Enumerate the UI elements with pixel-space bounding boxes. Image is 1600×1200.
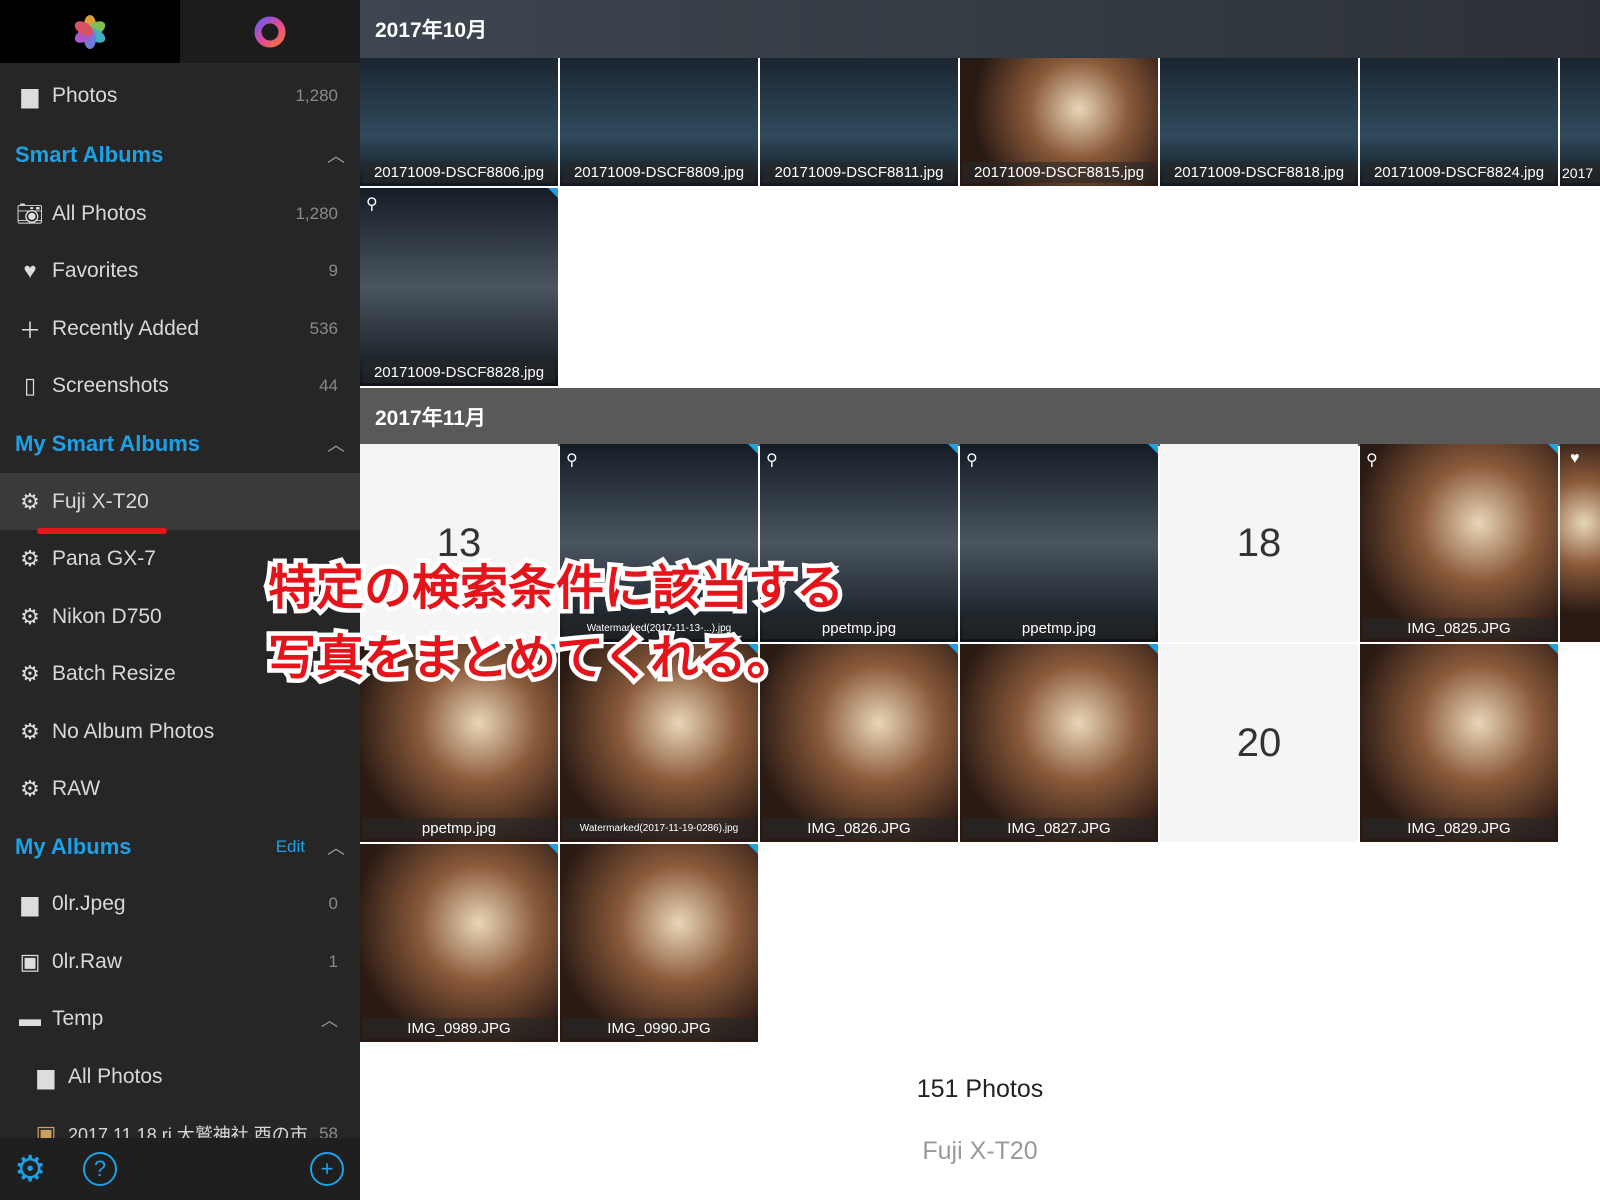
help-icon[interactable]: ? xyxy=(83,1152,117,1186)
section-my-smart-albums[interactable]: My Smart Albums ︿ xyxy=(15,415,345,472)
section-my-albums[interactable]: My Albums Edit ︿ xyxy=(15,818,345,875)
sidebar-item-all-photos[interactable]: 📷︎ All Photos 1,280 xyxy=(0,185,360,242)
sidebar-item-fuji-x-t20[interactable]: ⚙ Fuji X-T20 xyxy=(0,473,360,530)
photos-flower-icon xyxy=(74,14,106,49)
sidebar-item-no-album-photos[interactable]: ⚙ No Album Photos xyxy=(0,703,360,760)
gear-icon: ⚙ xyxy=(20,775,40,801)
edited-badge xyxy=(948,444,958,454)
photo-tile[interactable]: 20171009-DSCF8806.jpg xyxy=(360,58,558,186)
photo-tile[interactable]: 20171009-DSCF8811.jpg xyxy=(760,58,958,186)
sidebar-item-raw[interactable]: ⚙ RAW xyxy=(0,760,360,817)
photo-tile[interactable]: ⚲ 20171009-DSCF8828.jpg xyxy=(360,188,558,386)
annotation-text-line2: 写真をまとめてくれる。 xyxy=(264,626,800,691)
photos-app-tab[interactable] xyxy=(0,0,180,63)
sidebar-item-temp-all-photos[interactable]: ▆ All Photos xyxy=(0,1048,360,1105)
ring-logo-icon xyxy=(254,16,286,47)
sidebar-item-favorites[interactable]: ♥ Favorites 9 xyxy=(0,242,360,299)
photo-tile[interactable]: 20171009-DSCF8809.jpg xyxy=(560,58,758,186)
edited-badge xyxy=(548,844,558,854)
section-header-nov: 2017年11月 xyxy=(360,388,1600,446)
phone-icon: ▯ xyxy=(23,372,37,398)
gear-icon: ⚙ xyxy=(20,603,40,629)
date-tile: 18 xyxy=(1160,444,1358,642)
photo-tile[interactable]: ⚲ ppetmp.jpg xyxy=(960,444,1158,642)
chevron-up-icon[interactable]: ︿ xyxy=(327,142,345,168)
add-icon[interactable]: + xyxy=(310,1152,344,1186)
location-pin-icon: ⚲ xyxy=(766,452,778,469)
photo-tile[interactable]: IMG_0827.JPG xyxy=(960,644,1158,842)
gear-icon: ⚙ xyxy=(20,718,40,744)
chevron-up-icon[interactable]: ︿ xyxy=(327,431,345,457)
edited-badge xyxy=(1148,644,1158,654)
photos-stack-icon: ▆ xyxy=(21,82,39,108)
section-header-oct: 2017年10月 xyxy=(360,0,1600,58)
date-tile: 20 xyxy=(1160,644,1358,842)
sidebar-item-recently-added[interactable]: ＋ Recently Added 536 xyxy=(0,300,360,357)
location-pin-icon: ⚲ xyxy=(966,452,978,469)
photos-stack-icon: ▆ xyxy=(37,1063,55,1089)
photo-tile[interactable]: IMG_0989.JPG xyxy=(360,844,558,1042)
album-name: Fuji X-T20 xyxy=(922,1137,1038,1165)
gear-icon: ⚙ xyxy=(20,488,40,514)
edited-badge xyxy=(1548,444,1558,454)
photo-tile[interactable]: IMG_0990.JPG xyxy=(560,844,758,1042)
annotation-text-line1: 特定の検索条件に該当する xyxy=(263,556,848,621)
sidebar-item-temp[interactable]: ▬ Temp ︿ xyxy=(0,990,360,1047)
camera-icon: 📷︎ xyxy=(16,200,44,226)
sidebar-item-screenshots[interactable]: ▯ Screenshots 44 xyxy=(0,357,360,414)
photo-tile[interactable]: ⚲ IMG_0825.JPG xyxy=(1360,444,1558,642)
edited-badge xyxy=(1548,644,1558,654)
photo-tile[interactable]: 20171009-DSCF8818.jpg xyxy=(1160,58,1358,186)
sidebar-toolbar: ⚙ ? + xyxy=(0,1138,360,1200)
photo-tile[interactable]: IMG_0829.JPG xyxy=(1360,644,1558,842)
chevron-up-icon[interactable]: ︿ xyxy=(327,834,345,860)
chevron-up-icon[interactable]: ︿ xyxy=(321,1006,338,1031)
edit-button[interactable]: Edit xyxy=(276,837,305,857)
edited-badge xyxy=(748,444,758,454)
folder-icon: ▬ xyxy=(19,1005,41,1031)
gear-icon: ⚙ xyxy=(20,660,40,686)
gear-icon: ⚙ xyxy=(20,545,40,571)
heart-icon: ♥ xyxy=(23,257,37,283)
sidebar-item-photos[interactable]: ▆ Photos 1,280 xyxy=(0,67,360,124)
location-pin-icon: ⚲ xyxy=(1366,452,1378,469)
edited-badge xyxy=(748,844,758,854)
photo-tile[interactable]: 20171009-DSCF8824.jpg xyxy=(1360,58,1558,186)
album-thumbnail-icon: ▣ xyxy=(19,948,41,974)
location-pin-icon: ⚲ xyxy=(366,196,378,213)
photos-stack-icon: ▆ xyxy=(21,890,39,916)
edited-badge xyxy=(1148,444,1158,454)
sidebar-item-0lr-jpeg[interactable]: ▆ 0lr.Jpeg 0 xyxy=(0,875,360,932)
plus-icon: ＋ xyxy=(18,317,41,343)
location-pin-icon: ⚲ xyxy=(566,452,578,469)
sidebar-item-0lr-raw[interactable]: ▣ 0lr.Raw 1 xyxy=(0,933,360,990)
app-tab[interactable] xyxy=(180,0,360,63)
photo-tile[interactable]: 2017 xyxy=(1560,58,1600,186)
edited-badge xyxy=(948,644,958,654)
edited-badge xyxy=(548,188,558,198)
settings-gear-icon[interactable]: ⚙ xyxy=(14,1148,46,1190)
heart-icon: ♥ xyxy=(1570,450,1580,467)
photo-count: 151 Photos xyxy=(916,1075,1044,1103)
photo-tile[interactable]: 20171009-DSCF8815.jpg xyxy=(960,58,1158,186)
section-smart-albums[interactable]: Smart Albums ︿ xyxy=(15,126,345,183)
photo-tile[interactable]: ♥ xyxy=(1560,444,1600,642)
